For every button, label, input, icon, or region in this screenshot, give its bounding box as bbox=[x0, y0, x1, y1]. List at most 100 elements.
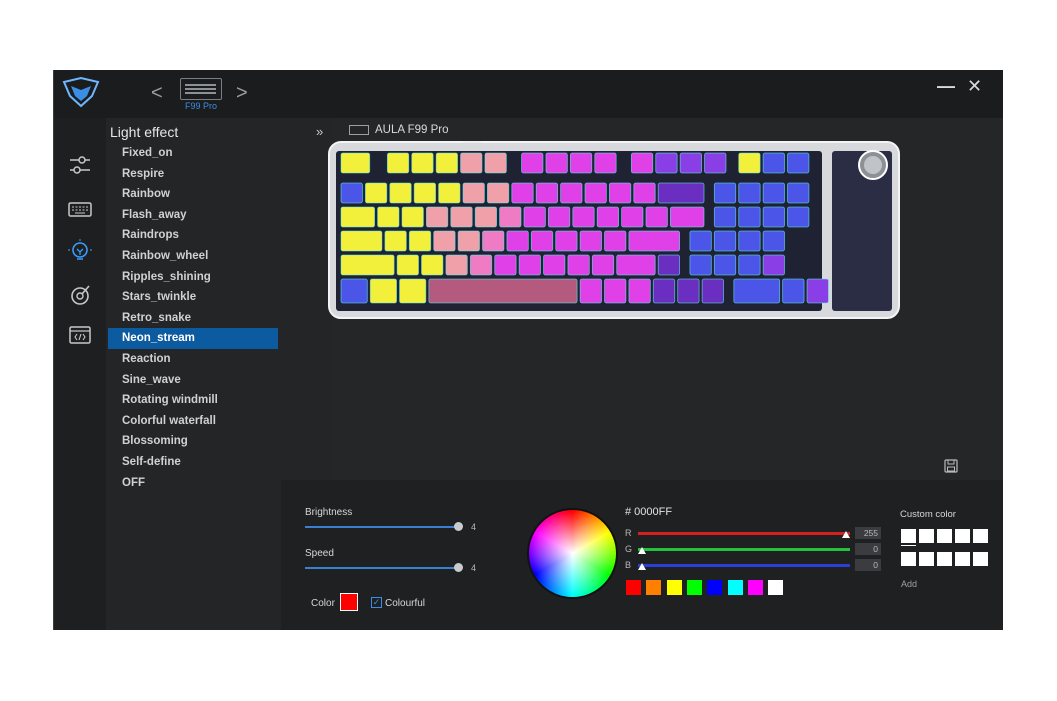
close-button[interactable]: ✕ bbox=[967, 76, 982, 97]
effect-item-fixed-on[interactable]: Fixed_on bbox=[108, 143, 278, 164]
keycap bbox=[386, 152, 410, 174]
effect-item-stars-twinkle[interactable]: Stars_twinkle bbox=[108, 287, 278, 308]
effect-item-blossoming[interactable]: Blossoming bbox=[108, 431, 278, 452]
effect-item-respire[interactable]: Respire bbox=[108, 164, 278, 185]
custom-color-slot[interactable] bbox=[937, 552, 952, 566]
brightness-slider-thumb[interactable] bbox=[454, 522, 463, 531]
keyboard-icon[interactable] bbox=[67, 196, 93, 222]
keycap bbox=[484, 152, 507, 174]
custom-color-slot[interactable] bbox=[937, 529, 952, 543]
speed-slider[interactable] bbox=[305, 567, 459, 569]
keycap bbox=[365, 182, 388, 204]
keycap bbox=[762, 254, 785, 276]
next-device-button[interactable]: > bbox=[236, 82, 248, 105]
keycap bbox=[762, 230, 785, 252]
custom-color-slot[interactable] bbox=[973, 552, 988, 566]
keycap bbox=[547, 206, 571, 228]
green-slider[interactable] bbox=[638, 548, 850, 551]
effect-item-rotating-windmill[interactable]: Rotating windmill bbox=[108, 390, 278, 411]
minimize-button[interactable]: — bbox=[937, 76, 955, 97]
effect-item-retro-snake[interactable]: Retro_snake bbox=[108, 308, 278, 329]
keycap bbox=[806, 278, 829, 304]
color-wheel[interactable] bbox=[527, 508, 618, 599]
effect-item-off[interactable]: OFF bbox=[108, 473, 278, 494]
brightness-slider[interactable] bbox=[305, 526, 459, 528]
title-bar: < F99 Pro > — ✕ bbox=[53, 70, 1003, 118]
macro-icon[interactable] bbox=[67, 282, 93, 308]
preset-color-swatch[interactable] bbox=[747, 580, 763, 595]
keycap bbox=[545, 152, 568, 174]
green-value-field[interactable]: 0 bbox=[855, 543, 881, 555]
effect-item-flash-away[interactable]: Flash_away bbox=[108, 205, 278, 226]
keycap bbox=[482, 230, 505, 252]
effect-item-self-define[interactable]: Self-define bbox=[108, 452, 278, 473]
custom-color-slot[interactable] bbox=[919, 552, 934, 566]
effect-item-rainbow-wheel[interactable]: Rainbow_wheel bbox=[108, 246, 278, 267]
preset-color-swatch[interactable] bbox=[727, 580, 743, 595]
custom-color-slot[interactable] bbox=[955, 552, 970, 566]
preset-color-swatch[interactable] bbox=[686, 580, 702, 595]
red-value-field[interactable]: 255 bbox=[855, 527, 881, 539]
keycap bbox=[530, 230, 554, 252]
keycap bbox=[689, 230, 712, 252]
keycap bbox=[396, 254, 419, 276]
keycap bbox=[521, 152, 544, 174]
lightbulb-icon[interactable] bbox=[67, 238, 93, 264]
preset-color-swatch[interactable] bbox=[768, 580, 784, 595]
add-custom-color-button[interactable]: Add bbox=[901, 579, 917, 589]
keycap bbox=[340, 230, 383, 252]
effect-panel-title: Light effect bbox=[110, 124, 179, 140]
preset-color-swatch[interactable] bbox=[646, 580, 662, 595]
color-swatch-button[interactable] bbox=[340, 593, 358, 611]
device-full-name: AULA F99 Pro bbox=[375, 124, 449, 136]
effect-item-sine-wave[interactable]: Sine_wave bbox=[108, 370, 278, 391]
effect-item-ripples-shining[interactable]: Ripples_shining bbox=[108, 267, 278, 288]
green-slider-thumb[interactable] bbox=[638, 547, 646, 554]
save-icon[interactable] bbox=[944, 459, 958, 473]
colourful-checkbox[interactable]: ✓ bbox=[371, 597, 382, 608]
prev-device-button[interactable]: < bbox=[151, 82, 163, 105]
custom-color-slot[interactable] bbox=[955, 529, 970, 543]
keycap bbox=[608, 182, 632, 204]
speed-value: 4 bbox=[471, 563, 477, 573]
keycap bbox=[713, 182, 737, 204]
preset-color-swatch[interactable] bbox=[666, 580, 682, 595]
top-switch bbox=[463, 141, 481, 143]
preset-color-swatch[interactable] bbox=[626, 580, 641, 595]
preset-color-swatch[interactable] bbox=[707, 580, 723, 595]
keycap bbox=[628, 278, 651, 304]
sliders-icon[interactable] bbox=[67, 152, 93, 178]
effect-item-rainbow[interactable]: Rainbow bbox=[108, 184, 278, 205]
custom-slot-selected-underline bbox=[901, 545, 916, 546]
effect-item-reaction[interactable]: Reaction bbox=[108, 349, 278, 370]
blue-slider[interactable] bbox=[638, 564, 850, 567]
keycap bbox=[713, 206, 737, 228]
keycap bbox=[426, 206, 449, 228]
firmware-icon[interactable] bbox=[67, 322, 93, 348]
keyboard-preview[interactable] bbox=[328, 141, 900, 319]
red-slider-thumb[interactable] bbox=[842, 531, 850, 538]
red-slider[interactable] bbox=[638, 532, 850, 535]
effect-item-neon-stream[interactable]: Neon_stream bbox=[108, 328, 278, 349]
effect-item-colorful-waterfall[interactable]: Colorful waterfall bbox=[108, 411, 278, 432]
blue-slider-thumb[interactable] bbox=[638, 563, 646, 570]
collapse-panel-icon[interactable]: » bbox=[316, 124, 323, 139]
custom-color-slot[interactable] bbox=[901, 529, 916, 543]
custom-color-slot[interactable] bbox=[973, 529, 988, 543]
keycap bbox=[689, 254, 712, 276]
effect-item-raindrops[interactable]: Raindrops bbox=[108, 225, 278, 246]
keycap bbox=[569, 152, 593, 174]
brightness-label: Brightness bbox=[305, 507, 353, 518]
red-label: R bbox=[625, 528, 632, 538]
blue-value-field[interactable]: 0 bbox=[855, 559, 881, 571]
speed-slider-thumb[interactable] bbox=[454, 563, 463, 572]
keycap bbox=[657, 182, 705, 204]
custom-color-slot[interactable] bbox=[901, 552, 916, 566]
keycap bbox=[399, 278, 427, 304]
color-label: Color bbox=[311, 598, 335, 609]
custom-color-slot[interactable] bbox=[919, 529, 934, 543]
brightness-value: 4 bbox=[471, 522, 477, 532]
aula-logo-icon bbox=[62, 76, 100, 108]
keycap bbox=[738, 206, 761, 228]
keycap bbox=[738, 254, 761, 276]
